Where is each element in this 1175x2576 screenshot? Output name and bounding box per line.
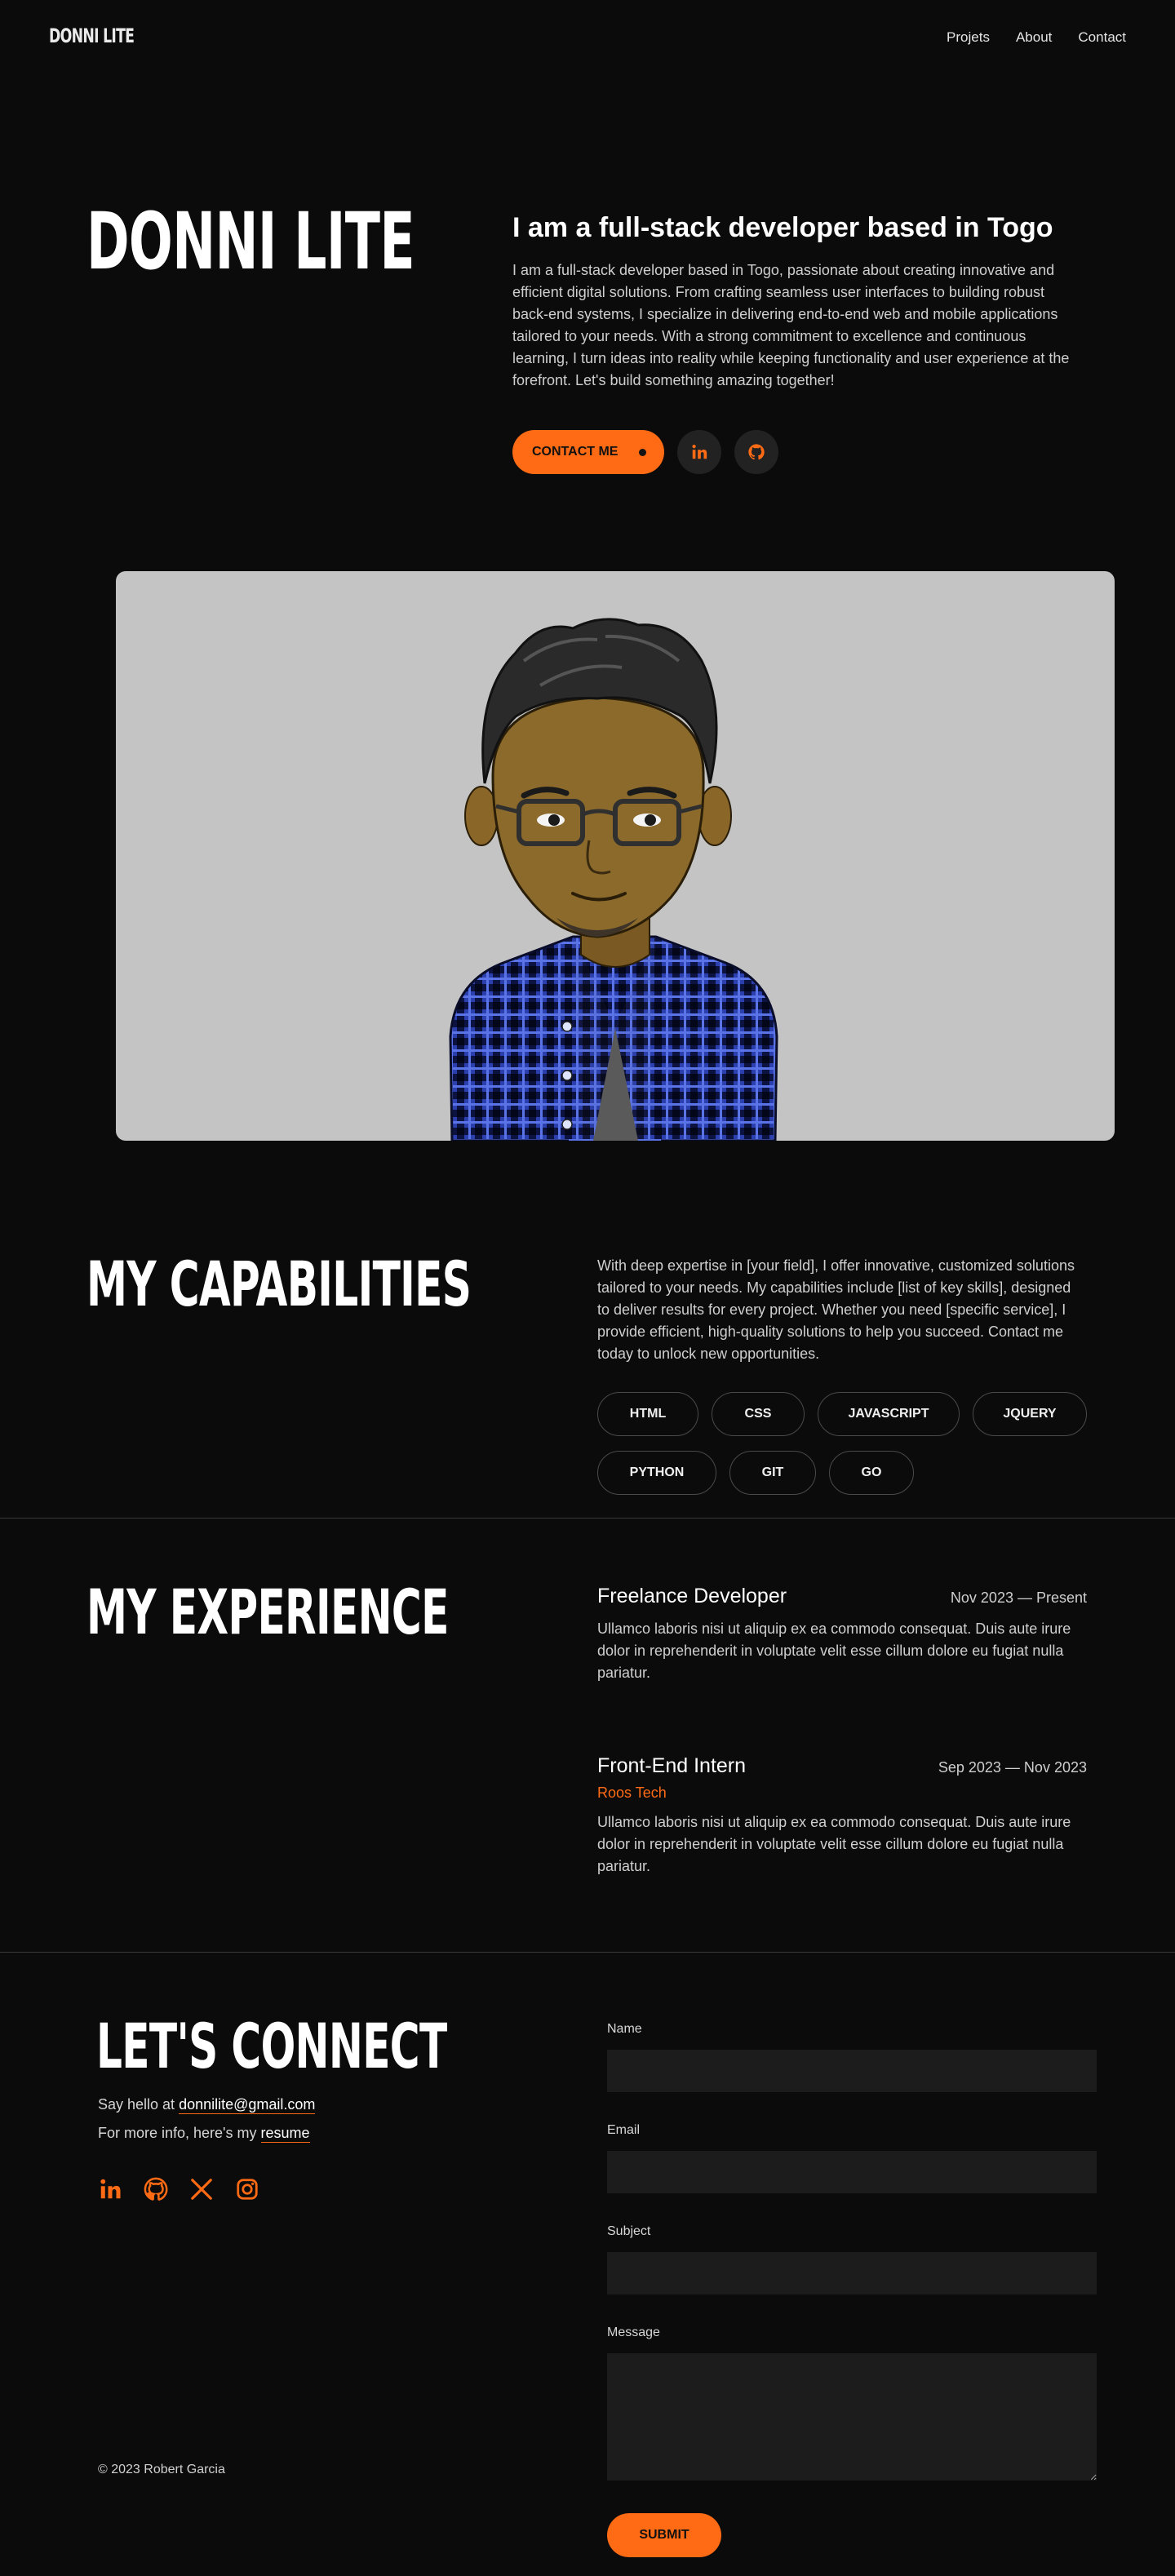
avatar-illustration bbox=[449, 618, 778, 1141]
github-link[interactable] bbox=[144, 2177, 168, 2201]
capabilities-title: MY CAPABILITIES bbox=[86, 1248, 472, 1320]
job-description: Ullamco laboris nisi ut aliquip ex ea co… bbox=[597, 1814, 1071, 1874]
linkedin-link[interactable] bbox=[98, 2177, 122, 2201]
hero-name: DONNI LITE bbox=[86, 196, 415, 287]
contact-me-button[interactable]: CONTACT ME bbox=[512, 430, 664, 474]
github-button[interactable] bbox=[734, 430, 778, 474]
job-dates: Nov 2023 — Present bbox=[950, 1589, 1087, 1606]
subject-field[interactable] bbox=[607, 2252, 1097, 2294]
nav-link-contact[interactable]: Contact bbox=[1078, 29, 1126, 46]
github-icon bbox=[748, 444, 765, 460]
job-description: Ullamco laboris nisi ut aliquip ex ea co… bbox=[597, 1621, 1071, 1681]
message-field[interactable] bbox=[607, 2353, 1097, 2481]
portrait-image bbox=[116, 571, 1115, 1141]
instagram-icon bbox=[237, 2179, 258, 2200]
resume-prefix: For more info, here's my bbox=[98, 2125, 261, 2141]
github-icon bbox=[144, 2177, 168, 2201]
resume-line: For more info, here's my resume bbox=[98, 2125, 310, 2143]
email-field[interactable] bbox=[607, 2151, 1097, 2193]
job-dates: Sep 2023 — Nov 2023 bbox=[938, 1759, 1087, 1776]
submit-button[interactable]: SUBMIT bbox=[607, 2513, 721, 2557]
contact-form: Name Email Subject Message SUBMIT bbox=[607, 2022, 1097, 2557]
hero-actions: CONTACT ME bbox=[512, 430, 778, 474]
message-label: Message bbox=[607, 2325, 660, 2339]
skill-tag-jquery: JQUERY bbox=[973, 1392, 1087, 1436]
capabilities-description: With deep expertise in [your field], I o… bbox=[597, 1257, 1075, 1362]
resume-link[interactable]: resume bbox=[260, 2125, 310, 2143]
skills-list: HTML CSS JAVASCRIPT JQUERY PYTHON GIT GO bbox=[597, 1392, 1103, 1495]
instagram-link[interactable] bbox=[235, 2177, 259, 2201]
skill-tag-git: GIT bbox=[729, 1451, 816, 1495]
nav-link-about[interactable]: About bbox=[1016, 29, 1052, 46]
skill-tag-python: PYTHON bbox=[597, 1451, 716, 1495]
job-company: Roos Tech bbox=[597, 1785, 667, 1801]
section-divider bbox=[0, 1952, 1175, 1953]
experience-title: MY EXPERIENCE bbox=[86, 1576, 449, 1648]
linkedin-button[interactable] bbox=[677, 430, 721, 474]
connect-title: LET'S CONNECT bbox=[96, 2010, 447, 2082]
site-header: DONNI LITE Projets About Contact bbox=[0, 0, 1175, 78]
hero-heading: I am a full-stack developer based in Tog… bbox=[512, 212, 1053, 243]
subject-label: Subject bbox=[607, 2224, 651, 2238]
linkedin-icon bbox=[100, 2179, 121, 2199]
dot-icon bbox=[639, 449, 646, 456]
skill-tag-css: CSS bbox=[712, 1392, 805, 1436]
name-field[interactable] bbox=[607, 2050, 1097, 2092]
x-link[interactable] bbox=[189, 2177, 214, 2201]
experience-item: Freelance Developer Nov 2023 — Present U… bbox=[597, 1585, 1087, 1684]
say-hello-line: Say hello at donnilite@gmail.com bbox=[98, 2096, 316, 2114]
site-logo[interactable]: DONNI LITE bbox=[49, 24, 135, 47]
hero-description: I am a full-stack developer based in Tog… bbox=[512, 262, 1070, 388]
social-links bbox=[98, 2177, 259, 2201]
linkedin-icon bbox=[692, 445, 707, 459]
section-divider bbox=[0, 1518, 1175, 1519]
contact-me-label: CONTACT ME bbox=[532, 445, 619, 459]
say-hello-prefix: Say hello at bbox=[98, 2096, 180, 2113]
skill-tag-javascript: JAVASCRIPT bbox=[818, 1392, 960, 1436]
email-link[interactable]: donnilite@gmail.com bbox=[179, 2096, 316, 2114]
name-label: Name bbox=[607, 2022, 642, 2036]
nav-link-projects[interactable]: Projets bbox=[947, 29, 990, 46]
skill-tag-html: HTML bbox=[597, 1392, 698, 1436]
main-nav: Projets About Contact bbox=[947, 29, 1126, 46]
email-label: Email bbox=[607, 2123, 641, 2137]
copyright-text: © 2023 Robert Garcia bbox=[98, 2463, 225, 2476]
skill-tag-go: GO bbox=[829, 1451, 914, 1495]
x-icon bbox=[191, 2179, 212, 2200]
experience-item: Front-End Intern Sep 2023 — Nov 2023 Roo… bbox=[597, 1754, 1087, 1878]
